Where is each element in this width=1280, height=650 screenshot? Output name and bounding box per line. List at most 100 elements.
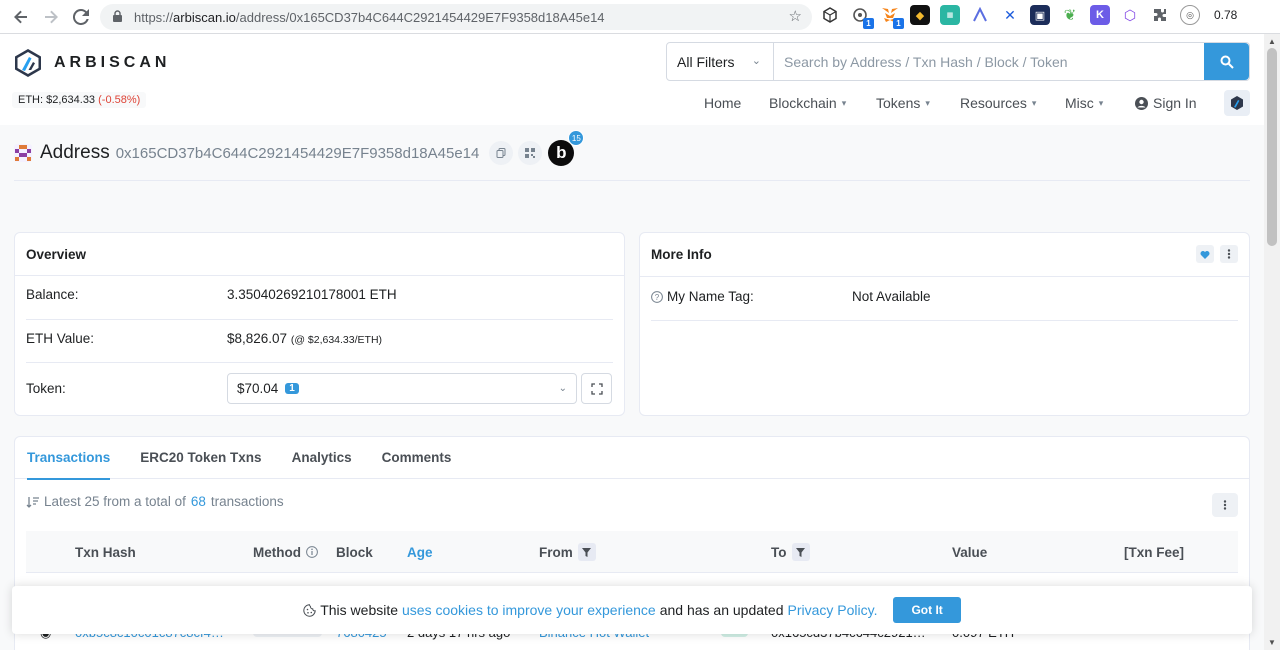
info-icon[interactable] [306, 546, 318, 558]
more-options-button[interactable] [1220, 245, 1238, 263]
token-row: Token: $70.04 1 ⌄ [26, 373, 613, 404]
grid-extension-icon[interactable]: ▣ [1030, 5, 1050, 25]
transactions-summary: Latest 25 from a total of 68 transaction… [26, 494, 284, 509]
favorite-button[interactable] [1196, 245, 1214, 263]
cube-extension-icon[interactable] [820, 5, 840, 25]
table-options-button[interactable] [1212, 493, 1238, 517]
tab-bar: Transactions ERC20 Token Txns Analytics … [15, 437, 1249, 480]
col-value: Value [952, 544, 988, 560]
network-toggle-button[interactable] [1224, 90, 1250, 116]
got-it-button[interactable]: Got It [893, 597, 961, 623]
reload-icon[interactable] [66, 2, 96, 32]
nav-tokens[interactable]: Tokens ▾ [876, 95, 930, 111]
nav-blockchain[interactable]: Blockchain ▾ [769, 95, 846, 111]
col-from: From [539, 531, 596, 573]
butterfly-extension-icon[interactable]: ✕ [1000, 5, 1020, 25]
site-logo[interactable]: ARBISCAN [14, 48, 170, 78]
cookie-banner: This website uses cookies to improve you… [12, 586, 1252, 634]
overview-title: Overview [15, 233, 624, 276]
filter-icon [582, 547, 592, 557]
eth-value-row: ETH Value: $8,826.07 (@ $2,634.33/ETH) [26, 331, 383, 346]
search-input[interactable]: Search by Address / Txn Hash / Block / T… [774, 43, 1204, 80]
filter-from-button[interactable] [577, 543, 596, 561]
cookie-icon [303, 603, 316, 617]
heart-icon [1200, 250, 1210, 259]
copy-address-button[interactable] [489, 141, 514, 165]
eth-value: $8,826.07 (@ $2,634.33/ETH) [227, 331, 383, 346]
nav-resources[interactable]: Resources ▾ [960, 95, 1036, 111]
chevron-down-icon: ▾ [1031, 97, 1037, 108]
col-method: Method [253, 531, 318, 573]
user-circle-icon [1135, 96, 1148, 110]
page-scrollbar[interactable]: ▲ ▼ [1264, 34, 1280, 650]
page-address: 0x165CD37b4C644C2921454429E7F9358d18A45e… [115, 144, 480, 162]
col-txn-hash: Txn Hash [75, 544, 136, 560]
tab-comments[interactable]: Comments [382, 437, 452, 479]
address-bar[interactable]: https://arbiscan.io/address/0x165CD37b4C… [100, 4, 812, 30]
nav-home[interactable]: Home [704, 95, 741, 111]
profile-avatar-icon[interactable]: ◎ [1180, 5, 1200, 25]
col-age[interactable]: Age [407, 531, 433, 573]
kebab-menu-icon [1223, 500, 1227, 510]
token-holdings-dropdown[interactable]: $70.04 1 ⌄ [227, 373, 577, 404]
leaf-extension-icon[interactable]: ❦ [1060, 5, 1080, 25]
tab-analytics[interactable]: Analytics [292, 437, 352, 479]
scroll-up-icon[interactable]: ▲ [1268, 37, 1276, 46]
qr-code-button[interactable] [518, 141, 543, 165]
back-icon[interactable] [6, 2, 36, 32]
scroll-down-icon[interactable]: ▼ [1268, 638, 1276, 647]
col-block: Block [336, 544, 373, 560]
arbitrum-small-icon [1231, 96, 1243, 110]
binance-wallet-icon[interactable]: ◆ [910, 5, 930, 25]
tab-erc20-token-txns[interactable]: ERC20 Token Txns [140, 437, 261, 479]
chevron-down-icon: ▾ [925, 97, 930, 108]
privacy-policy-link[interactable]: Privacy Policy. [787, 602, 877, 618]
blockscan-chat-button[interactable]: b 15 [548, 130, 585, 166]
polygon-extension-icon[interactable]: ⬡ [1120, 5, 1140, 25]
profile-value: 0.78 [1214, 8, 1238, 22]
analytics-extension-icon[interactable] [970, 5, 990, 25]
balance-value: 3.35040269210178001 ETH [227, 287, 397, 302]
puzzle-extensions-icon[interactable] [1150, 5, 1170, 25]
tracker-extension-icon[interactable]: 1 [850, 5, 874, 29]
more-info-card: More Info ? My Name Tag: Not Available [639, 232, 1250, 416]
tab-transactions[interactable]: Transactions [27, 437, 111, 480]
k-extension-icon[interactable]: K [1090, 5, 1110, 25]
nav-misc[interactable]: Misc ▾ [1065, 95, 1103, 111]
url-text: https://arbiscan.io/address/0x165CD37b4C… [134, 9, 605, 25]
col-to: To [771, 531, 810, 573]
col-txn-fee[interactable]: [Txn Fee] [1124, 531, 1184, 573]
search-button[interactable] [1204, 43, 1249, 80]
main-nav: Home Blockchain ▾ Tokens ▾ Resources ▾ Misc… [0, 92, 1264, 114]
arbitrum-logo-icon [15, 49, 41, 77]
search-icon [1220, 55, 1234, 69]
chevron-down-icon: ⌄ [558, 383, 567, 394]
nav-sign-in[interactable]: Sign In [1135, 95, 1197, 111]
transactions-count-link[interactable]: 68 [191, 494, 206, 509]
site-header: ARBISCAN ETH: $2,634.33 (-0.58%) All Fil… [0, 34, 1264, 125]
expand-token-view-button[interactable] [581, 373, 612, 404]
overview-card: Overview Balance: 3.35040269210178001 ET… [14, 232, 625, 416]
transactions-table-header: Txn Hash Method Block Age From To Value … [26, 531, 1238, 573]
page-title-row: Address 0x165CD37b4C644C2921454429E7F935… [14, 130, 585, 166]
extensions-bar: 1 1 ◆ ▦ ✕ ▣ ❦ K ⬡ ◎ 0.78 [820, 5, 1238, 29]
lock-icon [112, 10, 126, 24]
qr-code-icon [525, 148, 536, 158]
cookies-link[interactable]: uses cookies to improve your experience [402, 602, 656, 618]
notification-count-badge: 15 [568, 130, 585, 146]
chevron-down-icon: ▾ [841, 97, 847, 108]
bookmark-star-icon[interactable]: ☆ [789, 7, 802, 25]
green-extension-icon[interactable]: ▦ [940, 5, 960, 25]
kebab-menu-icon [1227, 249, 1231, 259]
copy-icon [496, 148, 506, 158]
chevron-down-icon: ▾ [1098, 97, 1104, 108]
balance-row: Balance: 3.35040269210178001 ETH [26, 287, 397, 302]
name-tag-row: ? My Name Tag: Not Available [651, 289, 1238, 304]
search-filter-select[interactable]: All Filters ⌄ [667, 43, 774, 80]
scrollbar-thumb[interactable] [1267, 48, 1277, 246]
filter-to-button[interactable] [791, 543, 810, 561]
forward-icon[interactable] [36, 2, 66, 32]
metamask-fox-icon[interactable]: 1 [880, 5, 904, 29]
filter-icon [796, 547, 805, 557]
more-info-title: More Info [640, 233, 1249, 277]
